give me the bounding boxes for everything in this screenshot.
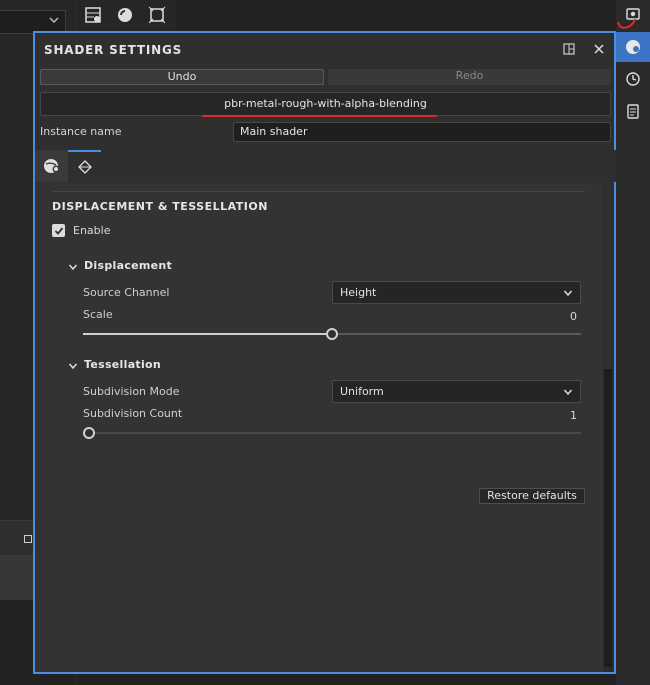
undo-button[interactable]: Undo (40, 69, 324, 85)
shader-globe-icon[interactable] (622, 36, 644, 58)
enable-checkbox[interactable] (52, 224, 65, 237)
chevron-down-icon (563, 290, 573, 297)
panel-title: SHADER SETTINGS (44, 43, 183, 57)
scale-slider[interactable] (83, 328, 581, 340)
subdivision-mode-select[interactable]: Uniform (332, 380, 581, 403)
redo-button[interactable]: Redo (328, 69, 611, 85)
red-annotation-mark (617, 18, 636, 29)
scrollbar-thumb[interactable] (604, 369, 612, 667)
right-sidebar (616, 0, 650, 685)
tab-material[interactable] (35, 150, 68, 182)
subdivision-count-slider[interactable] (83, 427, 581, 439)
enable-label: Enable (73, 224, 111, 237)
checkmark-icon (54, 226, 63, 235)
source-channel-label: Source Channel (83, 286, 170, 299)
history-icon[interactable] (622, 68, 644, 90)
source-channel-value: Height (340, 286, 377, 299)
source-channel-select[interactable]: Height (332, 281, 581, 304)
section-title: DISPLACEMENT & TESSELLATION (52, 200, 268, 213)
tab-content: DISPLACEMENT & TESSELLATION Enable Displ… (35, 183, 603, 672)
left-lower-panel-row (0, 555, 35, 600)
subdivision-count-slider-thumb[interactable] (83, 427, 95, 439)
shader-name-selector[interactable]: pbr-metal-rough-with-alpha-blending (40, 92, 611, 116)
divider (52, 191, 585, 192)
chevron-down-icon[interactable] (68, 262, 78, 272)
tessellation-group-title[interactable]: Tessellation (84, 358, 161, 371)
dock-icon[interactable] (561, 41, 577, 57)
chevron-down-icon (563, 389, 573, 396)
maximize-icon[interactable] (24, 535, 32, 543)
shader-settings-panel: SHADER SETTINGS Undo Redo pbr-metal-roug… (33, 31, 616, 674)
subdivision-count-label: Subdivision Count (83, 407, 183, 420)
sphere-icon[interactable] (114, 4, 136, 26)
close-icon[interactable] (591, 41, 607, 57)
diamond-layers-icon (77, 160, 92, 174)
scale-slider-thumb[interactable] (326, 328, 338, 340)
viewport-toolbar (76, 0, 176, 30)
chevron-down-icon (49, 17, 59, 24)
instance-name-label: Instance name (40, 125, 122, 138)
instance-name-input[interactable]: Main shader (233, 122, 611, 142)
subdivision-count-value: 1 (570, 409, 577, 422)
displacement-group-title[interactable]: Displacement (84, 259, 172, 272)
scale-value: 0 (570, 310, 577, 323)
red-underline-annotation (202, 115, 437, 117)
chevron-down-icon[interactable] (68, 361, 78, 371)
globe-gear-icon (43, 159, 59, 173)
clipboard-icon[interactable] (622, 100, 644, 122)
layers-settings-icon[interactable] (82, 4, 104, 26)
scale-slider-fill (83, 333, 332, 335)
subdivision-mode-value: Uniform (340, 385, 384, 398)
scrollbar-upper (604, 183, 612, 369)
scale-label: Scale (83, 308, 113, 321)
crop-frame-icon[interactable] (146, 4, 168, 26)
tab-strip (101, 150, 616, 182)
subdivision-mode-label: Subdivision Mode (83, 385, 180, 398)
restore-defaults-button[interactable]: Restore defaults (479, 488, 585, 504)
tab-displacement[interactable] (68, 150, 101, 182)
